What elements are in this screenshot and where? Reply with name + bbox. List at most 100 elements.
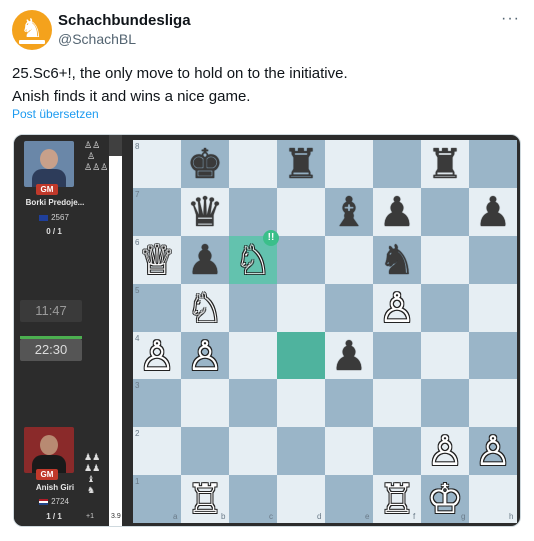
more-options-icon[interactable]: ··· bbox=[501, 10, 520, 28]
logo-base bbox=[19, 40, 45, 44]
translate-post-link[interactable]: Post übersetzen bbox=[12, 107, 99, 121]
piece-f7[interactable]: ♟ bbox=[373, 188, 421, 236]
bottom-player-score: 1 / 1 bbox=[46, 512, 62, 521]
square-b2[interactable] bbox=[181, 427, 229, 476]
square-a7[interactable] bbox=[133, 187, 181, 236]
square-b3[interactable] bbox=[181, 379, 229, 428]
square-f3[interactable] bbox=[373, 379, 421, 428]
square-e6[interactable] bbox=[325, 235, 373, 284]
square-d3[interactable] bbox=[277, 379, 325, 428]
account-avatar[interactable]: ♞ bbox=[12, 10, 52, 50]
piece-b1[interactable]: ♖ bbox=[181, 475, 229, 523]
brilliant-move-badge: !! bbox=[263, 229, 279, 246]
piece-b7[interactable]: ♛ bbox=[181, 188, 229, 236]
square-h6[interactable] bbox=[469, 235, 517, 284]
square-g4[interactable] bbox=[421, 331, 469, 380]
square-h3[interactable] bbox=[469, 379, 517, 428]
piece-f6[interactable]: ♞ bbox=[373, 236, 421, 284]
square-g6[interactable] bbox=[421, 235, 469, 284]
square-e3[interactable] bbox=[325, 379, 373, 428]
piece-e4[interactable]: ♟ bbox=[325, 332, 373, 380]
file-label: e bbox=[365, 512, 370, 521]
file-label: c bbox=[269, 512, 273, 521]
square-d4[interactable] bbox=[277, 331, 325, 380]
piece-b6[interactable]: ♟ bbox=[181, 236, 229, 284]
account-handle[interactable]: @SchachBL bbox=[58, 31, 136, 47]
top-player-score: 0 / 1 bbox=[46, 227, 62, 236]
piece-a4[interactable]: ♙ bbox=[133, 332, 181, 380]
piece-g2[interactable]: ♙ bbox=[421, 427, 469, 475]
square-h5[interactable] bbox=[469, 283, 517, 332]
square-f4[interactable] bbox=[373, 331, 421, 380]
file-label: d bbox=[317, 512, 322, 521]
square-c4[interactable] bbox=[229, 331, 277, 380]
piece-h7[interactable]: ♟ bbox=[469, 188, 517, 236]
square-c3[interactable] bbox=[229, 379, 277, 428]
top-player-rating-row: 2567 bbox=[28, 213, 80, 222]
file-label: a bbox=[173, 512, 178, 521]
square-a2[interactable] bbox=[133, 427, 181, 476]
bottom-player-photo bbox=[24, 427, 74, 473]
netherlands-flag-icon bbox=[39, 498, 49, 505]
piece-d8[interactable]: ♜ bbox=[277, 140, 325, 188]
bottom-player-clock: 22:30 bbox=[20, 339, 82, 361]
piece-b8[interactable]: ♚ bbox=[181, 140, 229, 188]
rank-label: 7 bbox=[135, 189, 140, 199]
top-player-rating: 2567 bbox=[51, 213, 69, 222]
bottom-player-rating-row: 2724 bbox=[28, 497, 80, 506]
eval-score: 3.9 bbox=[111, 513, 121, 520]
rank-label: 3 bbox=[135, 381, 140, 391]
piece-f1[interactable]: ♖ bbox=[373, 475, 421, 523]
piece-a6[interactable]: ♕ bbox=[133, 236, 181, 284]
bottom-player-title-badge: GM bbox=[36, 469, 58, 480]
square-h8[interactable] bbox=[469, 140, 517, 188]
square-g5[interactable] bbox=[421, 283, 469, 332]
square-c7[interactable] bbox=[229, 187, 277, 236]
piece-g1[interactable]: ♔ bbox=[421, 475, 469, 523]
square-h4[interactable] bbox=[469, 331, 517, 380]
square-d7[interactable] bbox=[277, 187, 325, 236]
eval-bar-white bbox=[109, 156, 122, 526]
bosnia-flag-icon bbox=[39, 214, 49, 221]
square-e2[interactable] bbox=[325, 427, 373, 476]
square-d2[interactable] bbox=[277, 427, 325, 476]
square-d5[interactable] bbox=[277, 283, 325, 332]
rank-label: 1 bbox=[135, 477, 140, 487]
piece-h2[interactable]: ♙ bbox=[469, 427, 517, 475]
tweet-text-line-2: Anish finds it and wins a nice game. bbox=[12, 88, 251, 105]
piece-f5[interactable]: ♙ bbox=[373, 284, 421, 332]
rank-label: 2 bbox=[135, 429, 140, 439]
square-e5[interactable] bbox=[325, 283, 373, 332]
material-advantage: +1 bbox=[86, 513, 94, 520]
rank-label: 5 bbox=[135, 285, 140, 295]
file-label: h bbox=[509, 512, 514, 521]
horse-logo-icon: ♞ bbox=[20, 14, 44, 44]
tweet-text-line-1: 25.Sc6+!, the only move to hold on to th… bbox=[12, 65, 348, 82]
square-f2[interactable] bbox=[373, 427, 421, 476]
eval-bar-black bbox=[109, 135, 122, 156]
bottom-player-rating: 2724 bbox=[51, 497, 69, 506]
square-g7[interactable] bbox=[421, 187, 469, 236]
square-c5[interactable] bbox=[229, 283, 277, 332]
square-d6[interactable] bbox=[277, 235, 325, 284]
top-player-photo bbox=[24, 141, 74, 187]
square-g3[interactable] bbox=[421, 379, 469, 428]
square-a5[interactable] bbox=[133, 283, 181, 332]
display-name[interactable]: Schachbundesliga bbox=[58, 12, 191, 29]
top-captured-pieces-icon: ♙♙ ♙ ♙♙♙ bbox=[84, 141, 109, 173]
player-panel: GM Borki Predoje... 2567 0 / 1 ♙♙ ♙ ♙♙♙ 11… bbox=[14, 135, 109, 526]
square-e8[interactable] bbox=[325, 140, 373, 188]
square-a8[interactable] bbox=[133, 140, 181, 188]
square-f8[interactable] bbox=[373, 140, 421, 188]
chess-broadcast-image[interactable]: GM Borki Predoje... 2567 0 / 1 ♙♙ ♙ ♙♙♙ 11… bbox=[13, 134, 521, 527]
chess-board[interactable]: 8 7 6 5 4 3 2 1 a b c d e f g h ♚ ♜ ♜ ♛ ♝ ♟ ♟ ♕ ♟ ♘ ♞ ♘ ♙ ♙ ♙ ♟ ♙ ♙ ♖ ♖ ♔!! bbox=[133, 140, 517, 523]
rank-label: 8 bbox=[135, 142, 140, 151]
piece-e7[interactable]: ♝ bbox=[325, 188, 373, 236]
square-c8[interactable] bbox=[229, 140, 277, 188]
piece-b4[interactable]: ♙ bbox=[181, 332, 229, 380]
top-player-clock: 11:47 bbox=[20, 300, 82, 322]
square-c2[interactable] bbox=[229, 427, 277, 476]
square-a3[interactable] bbox=[133, 379, 181, 428]
piece-b5[interactable]: ♘ bbox=[181, 284, 229, 332]
piece-g8[interactable]: ♜ bbox=[421, 140, 469, 188]
